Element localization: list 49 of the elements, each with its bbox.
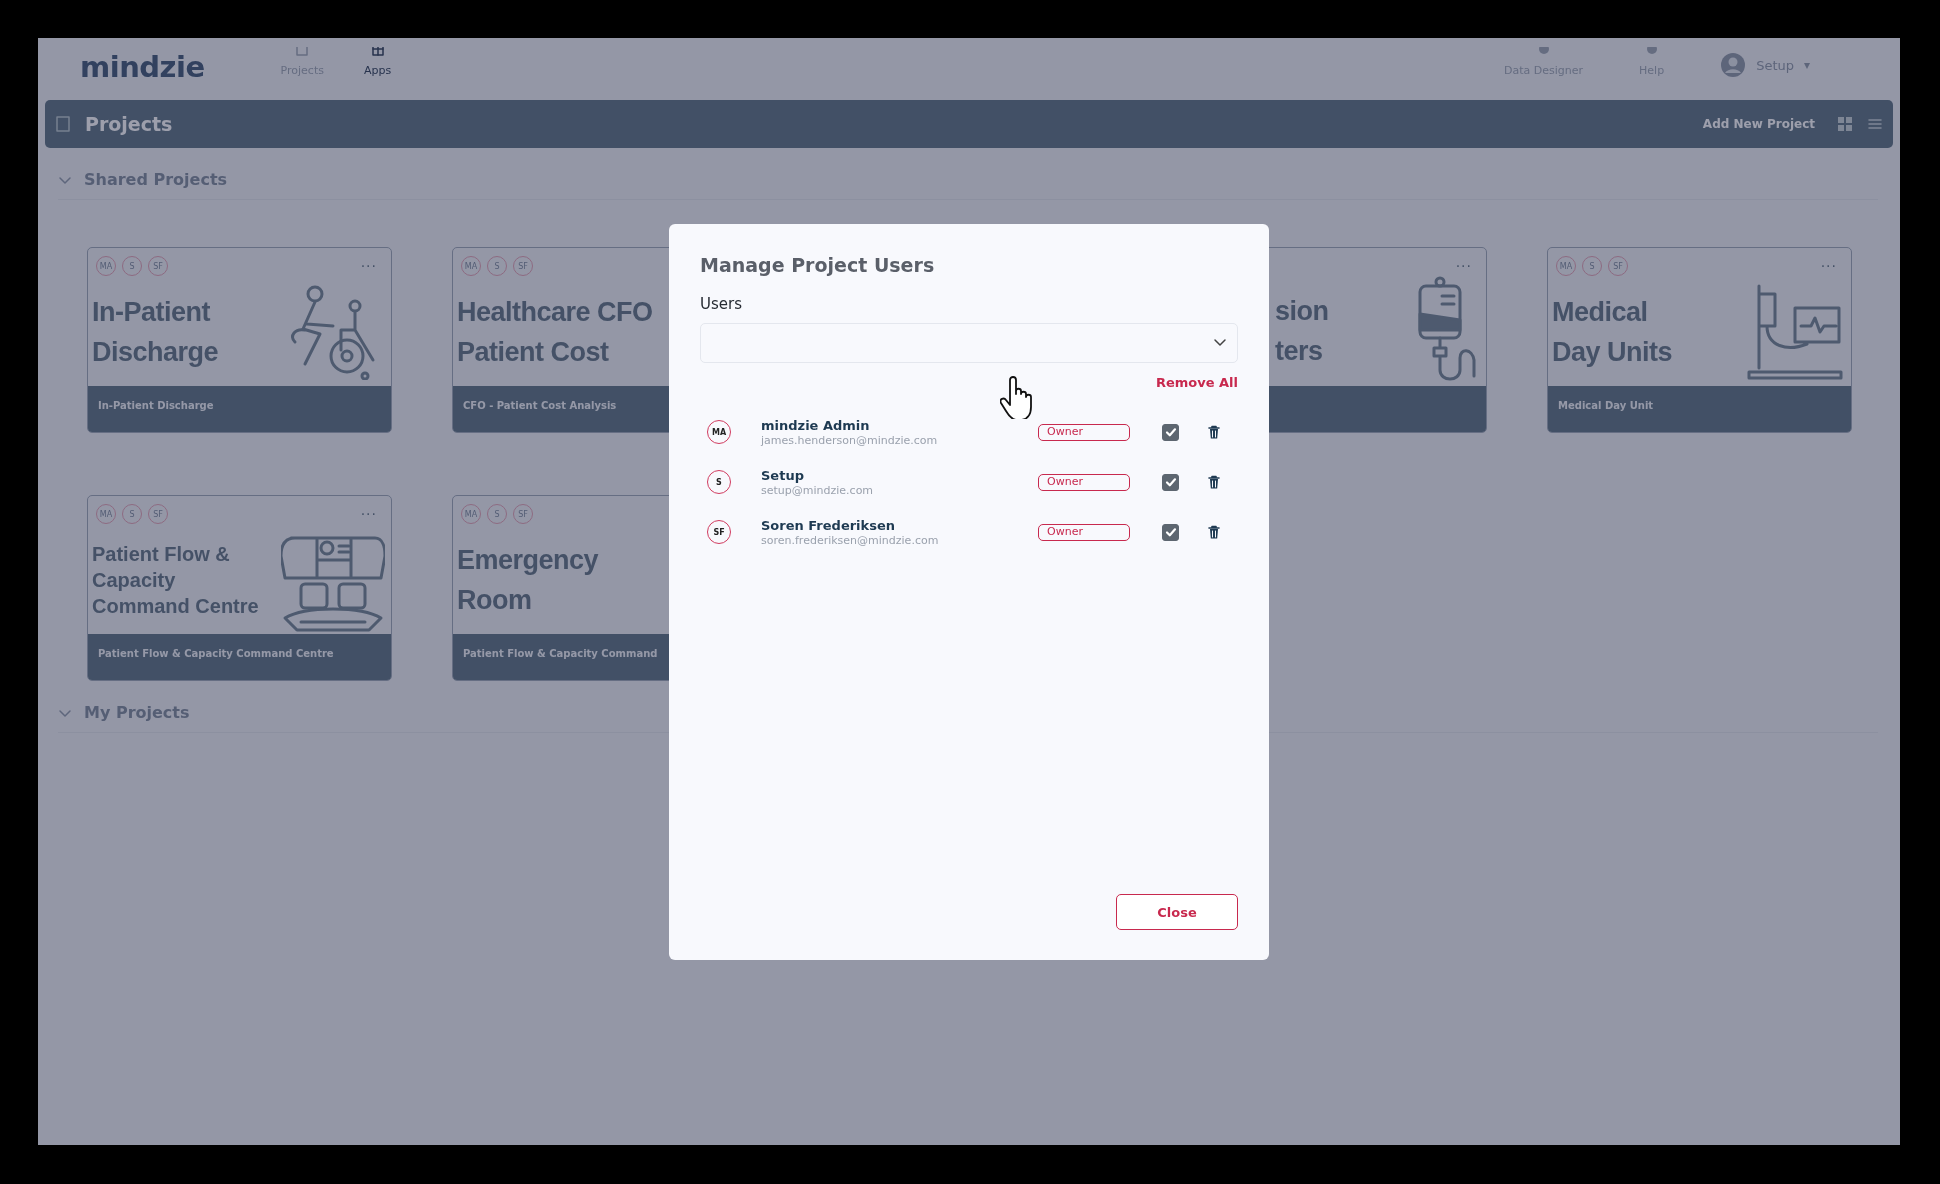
- grid-icon: [370, 47, 385, 57]
- hand-pointer-icon: [1000, 375, 1034, 419]
- card-title: sion ters: [1275, 295, 1329, 368]
- more-options-button[interactable]: ···: [360, 258, 377, 274]
- checkbox[interactable]: [1162, 473, 1179, 491]
- trash-icon[interactable]: [1208, 525, 1220, 539]
- avatar-icon: [1720, 52, 1747, 78]
- trash-icon[interactable]: [1208, 475, 1220, 489]
- chevron-down-icon: [1213, 338, 1227, 348]
- list-view-icon: [1867, 116, 1883, 132]
- project-card[interactable]: MA S SF ··· Patient Flow & Capacity Command Centre Patient Flow & Capacity Command Centre: [87, 495, 392, 681]
- card-title: Emergency Room: [457, 543, 599, 617]
- project-card[interactable]: MA S SF ··· In-Patient Discharge In-Patient Discharge: [87, 247, 392, 433]
- more-options-button[interactable]: ···: [1455, 257, 1472, 274]
- card-subtitle: Medical Day Unit: [1558, 400, 1654, 411]
- card-title: Healthcare CFO Patient Cost: [457, 295, 653, 369]
- card-title: Medical Day Units: [1552, 295, 1673, 369]
- role-dropdown[interactable]: Owner: [1038, 423, 1130, 441]
- checkbox[interactable]: [1162, 423, 1179, 441]
- trash-icon[interactable]: [1208, 425, 1220, 439]
- section-title: My Projects: [84, 703, 190, 722]
- card-subtitle: CFO - Patient Cost Analysis: [463, 400, 617, 411]
- card-subtitle: In-Patient Discharge: [98, 400, 214, 411]
- project-card[interactable]: MA S SF ··· Medical Day Units Medical Day Unit: [1547, 247, 1852, 433]
- user-name: mindzie Admin: [761, 417, 871, 433]
- user-name: Setup: [761, 467, 805, 483]
- role-dropdown[interactable]: Owner: [1038, 523, 1130, 541]
- card-subtitle: Patient Flow & Capacity Command Centre: [98, 648, 334, 659]
- user-name: Soren Frederiksen: [761, 517, 897, 533]
- logo[interactable]: mindzie: [80, 50, 205, 84]
- page-title: Projects: [85, 113, 173, 135]
- nav-item[interactable]: Apps: [363, 47, 392, 77]
- section-title: Shared Projects: [84, 170, 228, 189]
- close-button[interactable]: Close: [1116, 894, 1238, 930]
- tile-view-icon: [1837, 116, 1853, 132]
- user-email: james.henderson@mindzie.com: [761, 433, 939, 447]
- more-options-button[interactable]: ···: [360, 506, 377, 522]
- field-label: Users: [700, 295, 743, 313]
- card-title: In-Patient Discharge: [92, 295, 219, 369]
- add-project-button[interactable]: Add New Project: [1702, 117, 1815, 131]
- role-dropdown[interactable]: Owner: [1038, 473, 1130, 491]
- document-icon: [55, 115, 71, 133]
- card-title: Patient Flow & Capacity Command Centre: [92, 541, 259, 619]
- document-icon: [295, 47, 310, 57]
- checkbox[interactable]: [1162, 523, 1179, 541]
- card-subtitle: Patient Flow & Capacity Command: [463, 648, 658, 659]
- user-email: soren.frederiksen@mindzie.com: [761, 533, 940, 547]
- more-options-button[interactable]: ···: [1820, 258, 1837, 274]
- user-email: setup@mindzie.com: [761, 483, 875, 497]
